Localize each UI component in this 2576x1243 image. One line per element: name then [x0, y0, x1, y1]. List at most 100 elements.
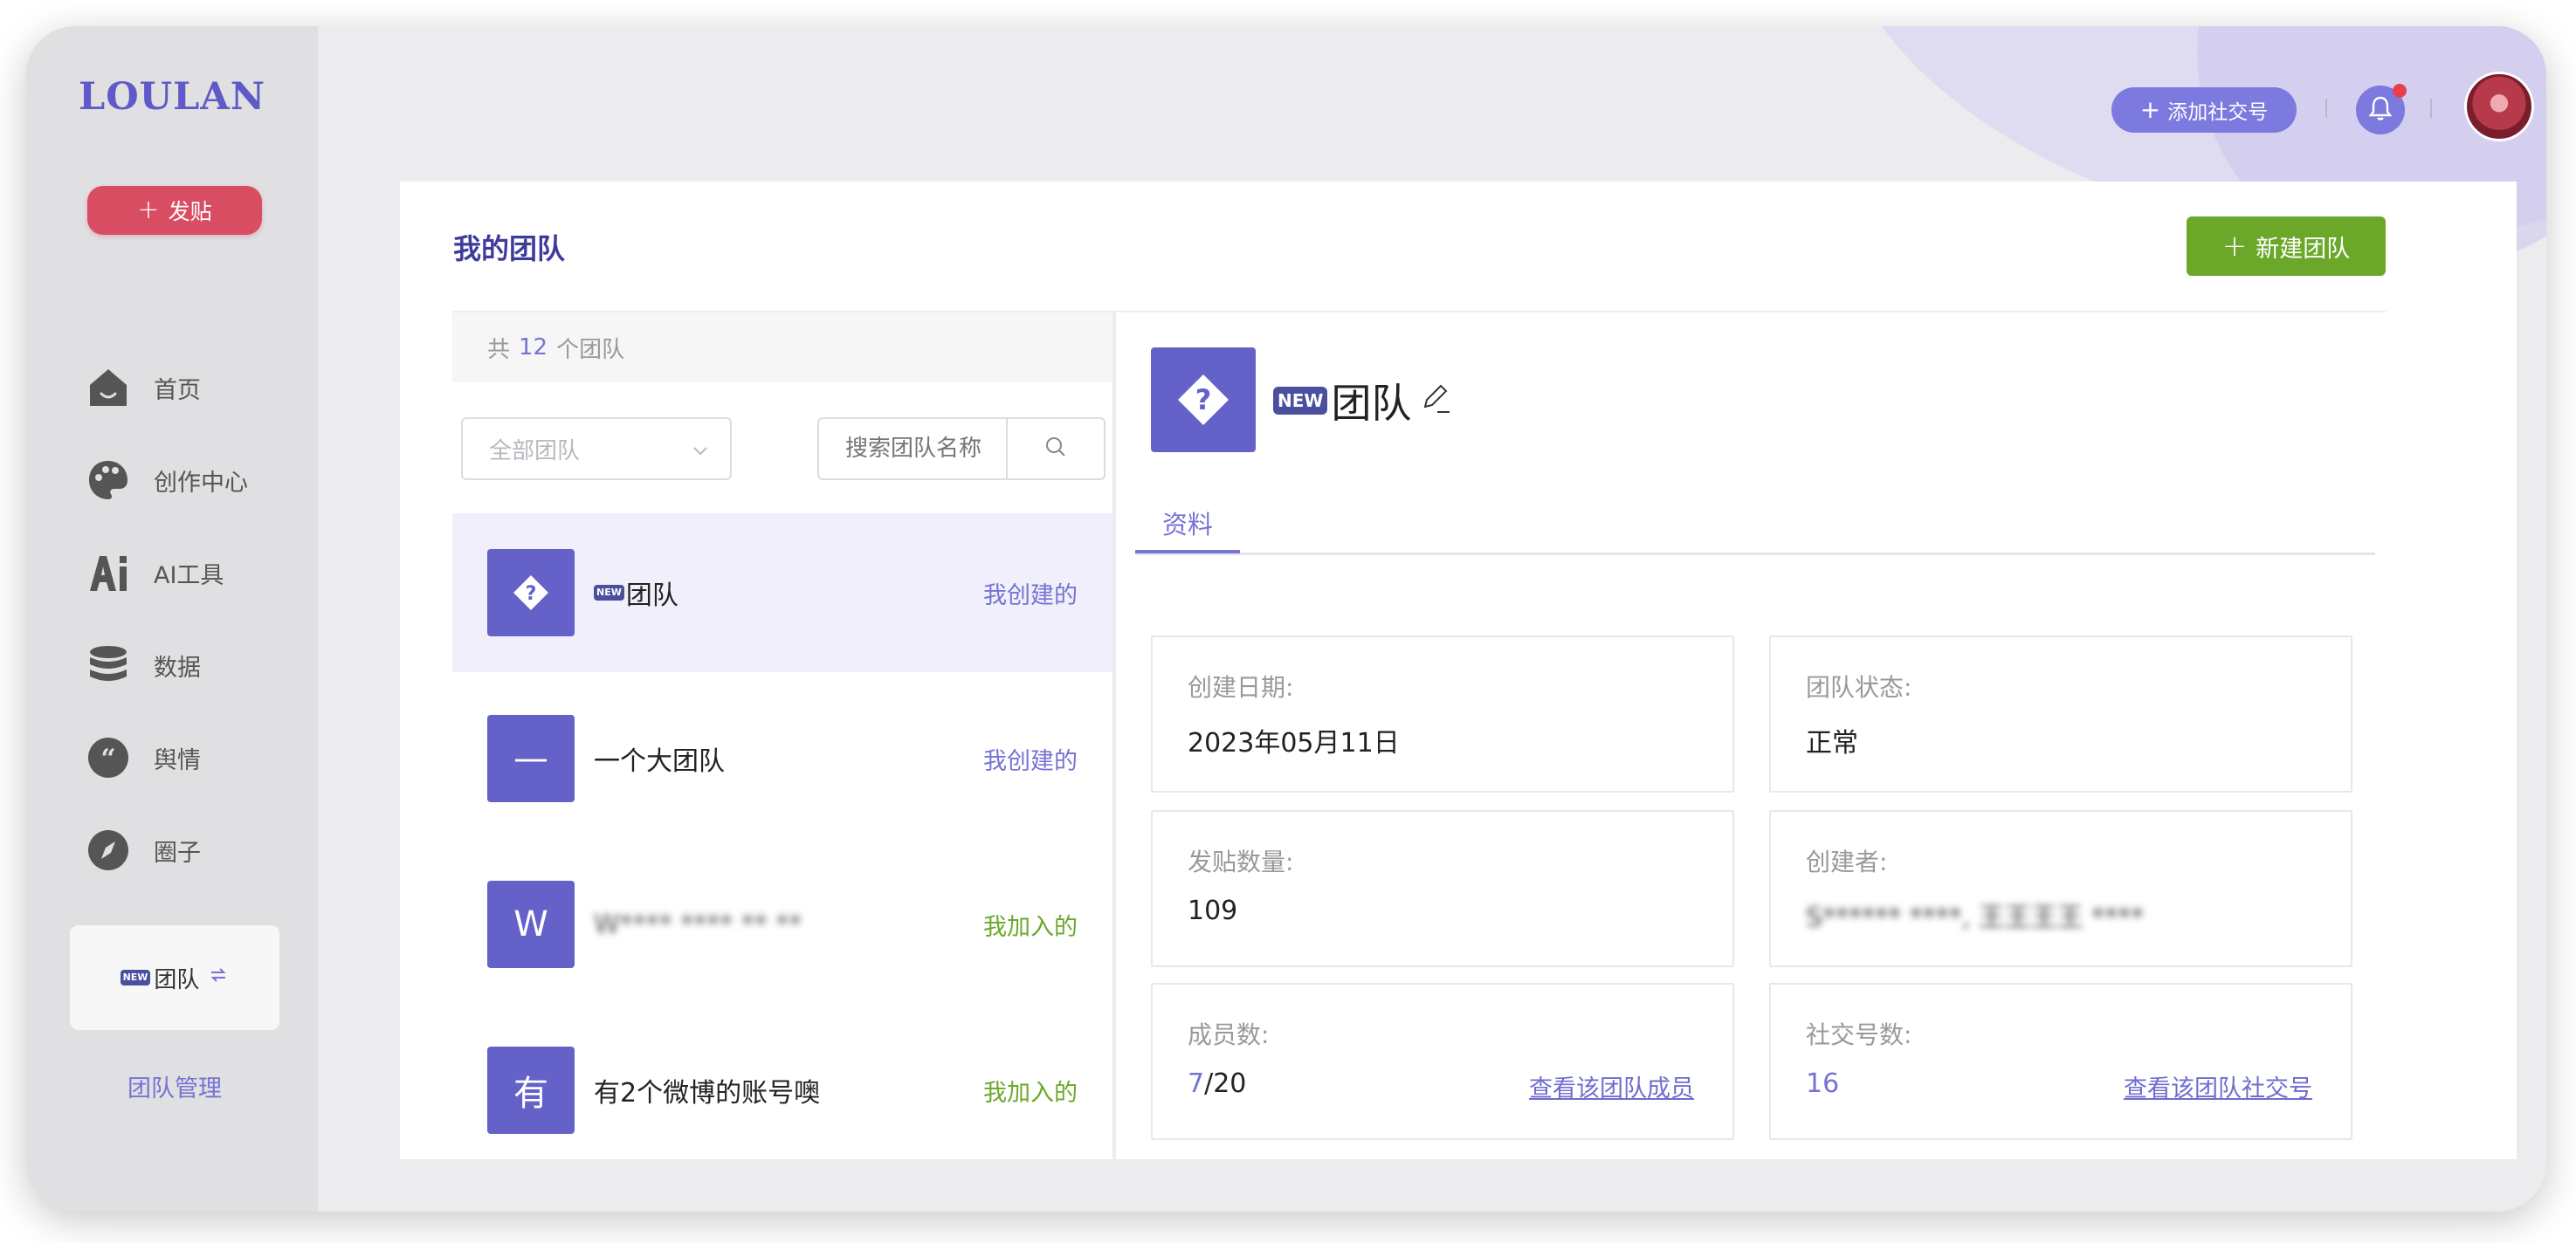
view-social-link[interactable]: 查看该团队社交号: [2124, 1069, 2312, 1103]
tab-profile[interactable]: 资料: [1135, 505, 1240, 553]
sidebar-item-label: 首页: [154, 376, 201, 404]
divider: [2325, 99, 2327, 118]
team-name: W**** **** ** **: [594, 909, 802, 940]
sidebar-item-sentiment[interactable]: “ 舆情: [86, 730, 295, 786]
team-name: NEW 团队: [594, 573, 983, 612]
info-social-accounts: 社交号数: 16 查看该团队社交号: [1769, 983, 2352, 1140]
sidebar-item-label: 舆情: [154, 746, 201, 774]
team-switch[interactable]: NEW 团队: [70, 925, 279, 1030]
team-filter-select[interactable]: 全部团队: [461, 417, 732, 480]
team-list-item[interactable]: ? NEW 团队 我创建的: [452, 513, 1112, 672]
add-social-label: 添加社交号: [2167, 101, 2269, 124]
info-value: S****** ****, 王王王王 ****: [1806, 903, 2145, 933]
team-switch-label: 团队: [154, 966, 200, 993]
team-role: 我加入的: [983, 913, 1078, 941]
search-button[interactable]: [1006, 419, 1104, 478]
database-icon: [86, 642, 131, 688]
team-avatar: 有: [487, 1047, 575, 1134]
search-icon: [1043, 435, 1068, 463]
team-list-item[interactable]: — 一个大团队 我创建的: [452, 679, 1112, 838]
info-label: 发贴数量:: [1188, 848, 1294, 876]
sidebar-item-label: 圈子: [154, 839, 201, 867]
notification-dot: [2393, 84, 2407, 98]
sidebar-item-label: AI工具: [154, 561, 224, 589]
info-created-date: 创建日期: 2023年05月11日: [1151, 635, 1734, 793]
sidebar-item-data[interactable]: 数据: [86, 637, 295, 693]
info-value: 2023年05月11日: [1188, 728, 1400, 759]
info-members: 成员数: 7/20 查看该团队成员: [1151, 983, 1734, 1140]
ai-icon: [86, 550, 131, 595]
edit-icon[interactable]: [1418, 381, 1453, 419]
logo: LOULAN: [78, 75, 266, 119]
info-label: 创建日期:: [1188, 673, 1294, 702]
detail-tabs: 资料: [1135, 510, 2375, 555]
sidebar-item-ai-tools[interactable]: AI工具: [86, 545, 295, 601]
count-suffix: 个团队: [556, 336, 625, 363]
info-status: 团队状态: 正常: [1769, 635, 2352, 793]
count-number: 12: [519, 334, 548, 361]
detail-team-name-text: 团队: [1331, 380, 1412, 427]
add-social-button[interactable]: + 添加社交号: [2111, 87, 2297, 133]
team-name: 有2个微博的账号噢: [594, 1078, 821, 1109]
sidebar-item-creation[interactable]: 创作中心: [86, 452, 295, 508]
team-avatar: ?: [487, 549, 575, 636]
team-list-item[interactable]: W W**** **** ** ** 我加入的: [452, 845, 1112, 1004]
svg-text:“: “: [100, 744, 115, 774]
palette-icon: [86, 457, 131, 503]
svg-text:?: ?: [1195, 383, 1212, 416]
compass-icon: [86, 828, 131, 873]
svg-text:?: ?: [526, 583, 537, 605]
team-name-text: 团队: [625, 580, 678, 611]
new-team-button[interactable]: + 新建团队: [2187, 216, 2386, 276]
new-badge: NEW: [594, 585, 624, 601]
team-role: 我创建的: [983, 581, 1078, 609]
info-creator: 创建者: S****** ****, 王王王王 ****: [1769, 810, 2352, 967]
bell-icon: [2367, 95, 2393, 125]
info-posts: 发贴数量: 109: [1151, 810, 1734, 967]
page-title: 我的团队: [453, 232, 566, 265]
team-role: 我加入的: [983, 1079, 1078, 1107]
plus-icon: +: [137, 195, 160, 225]
filter-value: 全部团队: [489, 437, 581, 464]
user-avatar[interactable]: [2464, 72, 2534, 141]
team-count: 共 12 个团队: [452, 312, 1112, 382]
team-avatar: W: [487, 881, 575, 968]
info-label: 创建者:: [1806, 848, 1888, 876]
search-input[interactable]: [819, 419, 1006, 478]
members-current: 7: [1188, 1068, 1205, 1099]
count-prefix: 共: [487, 336, 511, 363]
team-avatar: —: [487, 715, 575, 802]
quote-icon: “: [86, 735, 131, 780]
post-button-label: 发贴: [168, 199, 212, 224]
sidebar: LOULAN + 发贴 首页 创作中心 AI工具 数据 “ 舆情 圈子 NEW …: [26, 26, 318, 1212]
home-icon: [86, 365, 131, 410]
divider: [1112, 312, 1116, 1159]
detail-team-avatar: ?: [1151, 347, 1256, 452]
team-name: 一个大团队: [594, 746, 725, 777]
team-manage-link[interactable]: 团队管理: [70, 1069, 279, 1103]
team-list-panel: 共 12 个团队 全部团队 ?: [452, 312, 1116, 1159]
new-team-label: 新建团队: [2256, 235, 2351, 263]
plus-icon: +: [2139, 95, 2161, 124]
detail-team-name: NEW 团队: [1273, 372, 1411, 429]
sidebar-item-circle[interactable]: 圈子: [86, 822, 295, 878]
social-count: 16: [1806, 1068, 1840, 1099]
team-list-item[interactable]: 有 有2个微博的账号噢 我加入的: [452, 1011, 1112, 1159]
plus-icon: +: [2221, 229, 2248, 264]
post-button[interactable]: + 发贴: [87, 186, 262, 235]
app-window: LOULAN + 发贴 首页 创作中心 AI工具 数据 “ 舆情 圈子 NEW …: [26, 26, 2546, 1212]
new-badge: NEW: [1273, 387, 1328, 415]
view-members-link[interactable]: 查看该团队成员: [1529, 1069, 1694, 1103]
team-search: [817, 417, 1105, 480]
info-label: 成员数:: [1188, 1020, 1270, 1049]
team-role: 我创建的: [983, 747, 1078, 775]
swap-icon: [208, 965, 229, 992]
divider: [2430, 99, 2432, 118]
sidebar-item-label: 数据: [154, 654, 201, 682]
members-total: /20: [1204, 1068, 1247, 1099]
chevron-down-icon: [690, 440, 711, 467]
info-value: 正常: [1806, 728, 1858, 759]
info-label: 社交号数:: [1806, 1020, 1912, 1049]
sidebar-item-home[interactable]: 首页: [86, 360, 295, 415]
new-badge: NEW: [120, 970, 151, 985]
